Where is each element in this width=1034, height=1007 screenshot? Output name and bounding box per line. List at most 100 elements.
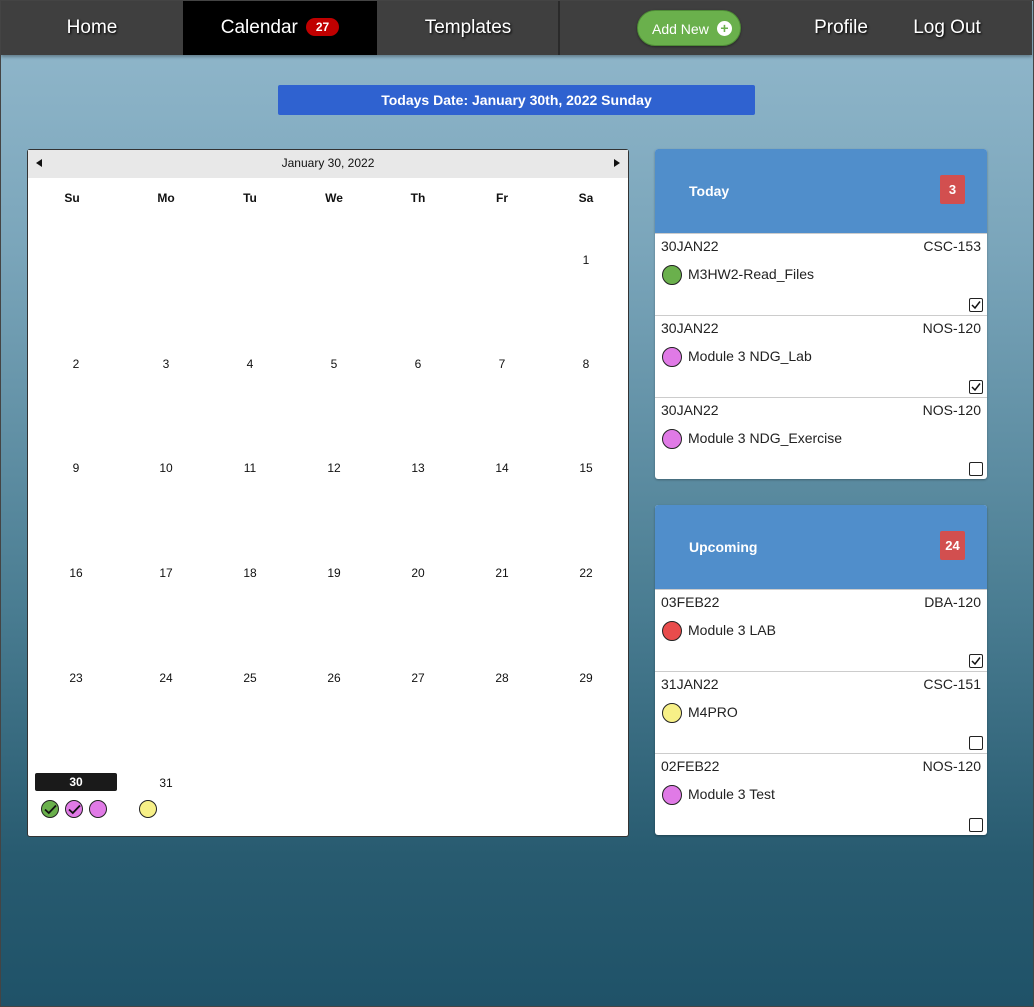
assignment-item[interactable]: 02FEB22 NOS-120 Module 3 Test (655, 753, 987, 835)
weekday-header: Tu (243, 191, 257, 205)
weekday-header: Su (64, 191, 80, 205)
assignment-name[interactable]: Module 3 LAB (688, 622, 776, 638)
weekday-header: Fr (496, 191, 508, 205)
calendar-day[interactable]: 11 (244, 461, 256, 475)
calendar-day[interactable]: 16 (69, 566, 82, 580)
complete-checkbox[interactable] (969, 462, 983, 476)
add-new-label: Add New (652, 21, 709, 37)
assignment-name[interactable]: M3HW2-Read_Files (688, 266, 814, 282)
assignment-course: NOS-120 (922, 402, 981, 418)
today-panel: Today 3 30JAN22 CSC-153 M3HW2-Read_Files 30… (655, 149, 987, 479)
assignment-course: CSC-153 (923, 238, 981, 254)
assignment-item[interactable]: 30JAN22 NOS-120 Module 3 NDG_Exercise (655, 397, 987, 479)
assignment-item[interactable]: 30JAN22 CSC-153 M3HW2-Read_Files (655, 233, 987, 315)
calendar-day[interactable]: 18 (243, 566, 256, 580)
calendar-day[interactable]: 20 (411, 566, 424, 580)
assignment-date: 03FEB22 (661, 594, 720, 610)
complete-checkbox[interactable] (969, 736, 983, 750)
assignment-item[interactable]: 31JAN22 CSC-151 M4PRO (655, 671, 987, 753)
calendar-day[interactable]: 9 (73, 461, 80, 475)
assignment-date: 30JAN22 (661, 402, 719, 418)
weekday-header: Th (410, 191, 426, 205)
complete-checkbox[interactable] (969, 380, 983, 394)
plus-circle-icon: + (717, 21, 732, 36)
calendar-month-title: January 30, 2022 (281, 156, 375, 170)
calendar-day-today[interactable]: 30 (35, 773, 117, 791)
calendar-day[interactable]: 19 (327, 566, 340, 580)
calendar-day[interactable]: 25 (243, 671, 256, 685)
calendar-day[interactable]: 13 (411, 461, 424, 475)
assignment-date: 02FEB22 (661, 758, 720, 774)
assignment-item[interactable]: 30JAN22 NOS-120 Module 3 NDG_Lab (655, 315, 987, 397)
upcoming-panel-title: Upcoming (689, 539, 758, 555)
calendar-day[interactable]: 6 (415, 357, 422, 371)
calendar-day[interactable]: 27 (411, 671, 424, 685)
nav-home[interactable]: Home (1, 1, 183, 55)
assignment-date: 31JAN22 (661, 676, 719, 692)
complete-checkbox[interactable] (969, 654, 983, 668)
top-nav: Home Calendar 27 Templates Add New + Prof… (1, 1, 1032, 55)
course-color-dot (662, 785, 682, 805)
nav-calendar-label: Calendar (220, 17, 298, 38)
calendar-day[interactable]: 29 (579, 671, 592, 685)
calendar-day[interactable]: 3 (163, 357, 170, 371)
course-color-dot (662, 347, 682, 367)
calendar-count-badge: 27 (305, 18, 340, 36)
calendar-day[interactable]: 31 (159, 776, 172, 790)
calendar-day[interactable]: 4 (247, 357, 254, 371)
calendar-day[interactable]: 10 (159, 461, 172, 475)
course-color-dot (662, 621, 682, 641)
assignment-name[interactable]: Module 3 Test (688, 786, 775, 802)
calendar-day[interactable]: 23 (69, 671, 82, 685)
nav-templates[interactable]: Templates (377, 1, 559, 55)
calendar-day[interactable]: 1 (583, 253, 590, 267)
nav-logout[interactable]: Log Out (897, 1, 997, 55)
today-panel-header: Today 3 (655, 149, 987, 233)
assignment-name[interactable]: Module 3 NDG_Lab (688, 348, 812, 364)
assignment-item[interactable]: 03FEB22 DBA-120 Module 3 LAB (655, 589, 987, 671)
calendar-day[interactable]: 24 (159, 671, 172, 685)
upcoming-panel: Upcoming 24 03FEB22 DBA-120 Module 3 LAB 31… (655, 505, 987, 835)
nav-divider (558, 1, 560, 55)
calendar-day[interactable]: 15 (579, 461, 592, 475)
assignment-course: NOS-120 (922, 320, 981, 336)
assignment-date: 30JAN22 (661, 238, 719, 254)
add-new-button[interactable]: Add New + (637, 10, 741, 46)
calendar-day[interactable]: 17 (159, 566, 172, 580)
event-dot[interactable] (89, 800, 107, 818)
calendar-day[interactable]: 28 (495, 671, 508, 685)
todays-date-banner: Todays Date: January 30th, 2022 Sunday (278, 85, 755, 115)
assignment-date: 30JAN22 (661, 320, 719, 336)
nav-profile[interactable]: Profile (791, 1, 891, 55)
calendar-day[interactable]: 8 (583, 357, 590, 371)
next-month-icon[interactable] (614, 159, 620, 167)
calendar-day[interactable]: 7 (499, 357, 506, 371)
today-panel-title: Today (689, 183, 730, 199)
calendar-day[interactable]: 22 (579, 566, 592, 580)
event-done-dot[interactable] (65, 800, 83, 818)
assignment-course: NOS-120 (922, 758, 981, 774)
calendar-day[interactable]: 2 (73, 357, 80, 371)
calendar-day[interactable]: 14 (495, 461, 508, 475)
calendar-header: January 30, 2022 (28, 150, 628, 178)
event-done-dot[interactable] (41, 800, 59, 818)
complete-checkbox[interactable] (969, 298, 983, 312)
course-color-dot (662, 265, 682, 285)
calendar-day[interactable]: 12 (327, 461, 340, 475)
weekday-header: Mo (157, 191, 175, 205)
weekday-header: We (325, 191, 343, 205)
calendar-day[interactable]: 5 (331, 357, 338, 371)
calendar-day[interactable]: 26 (327, 671, 340, 685)
calendar-day[interactable]: 21 (495, 566, 508, 580)
assignment-name[interactable]: M4PRO (688, 704, 738, 720)
upcoming-panel-header: Upcoming 24 (655, 505, 987, 589)
course-color-dot (662, 703, 682, 723)
event-dot[interactable] (139, 800, 157, 818)
course-color-dot (662, 429, 682, 449)
assignment-name[interactable]: Module 3 NDG_Exercise (688, 430, 842, 446)
nav-calendar[interactable]: Calendar 27 (183, 1, 377, 55)
weekday-header: Sa (578, 191, 594, 205)
upcoming-count-badge: 24 (940, 531, 965, 560)
assignment-course: DBA-120 (924, 594, 981, 610)
complete-checkbox[interactable] (969, 818, 983, 832)
